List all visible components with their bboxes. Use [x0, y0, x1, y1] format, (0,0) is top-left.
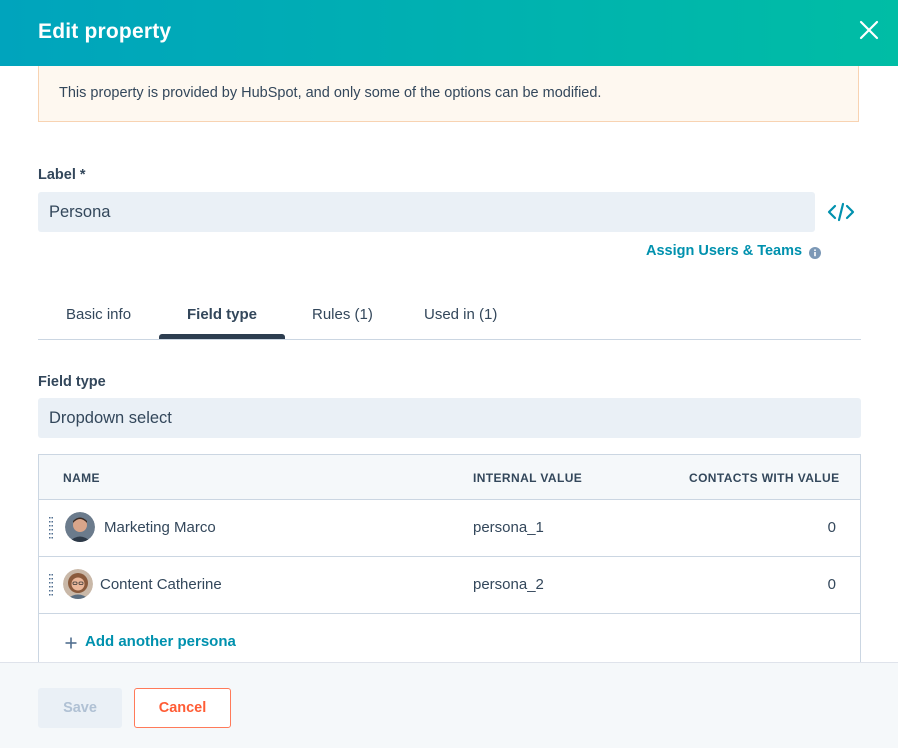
persona-contacts: 0 [827, 519, 836, 536]
options-table: NAME INTERNAL VALUE CONTACTS WITH VALUE [38, 454, 861, 662]
table-row[interactable]: Marketing Marco persona_1 0 [39, 500, 860, 557]
label-input[interactable]: Persona [38, 192, 815, 232]
persona-name: Content Catherine [100, 576, 222, 593]
tab-used-in[interactable]: Used in (1) [424, 306, 497, 323]
info-icon[interactable] [809, 246, 821, 259]
tab-bar: Basic info Field type Rules (1) Used in … [38, 291, 861, 340]
add-persona-row: Add another persona [39, 613, 860, 662]
column-header-internal-value[interactable]: INTERNAL VALUE [473, 471, 582, 485]
avatar [65, 512, 95, 542]
modal-header: Edit property [0, 0, 898, 66]
plus-icon[interactable] [65, 636, 77, 649]
modal-footer: Save Cancel [0, 662, 898, 748]
close-icon[interactable] [856, 17, 882, 43]
add-another-persona-link[interactable]: Add another persona [85, 633, 236, 650]
drag-handle-icon[interactable] [49, 574, 53, 596]
persona-name: Marketing Marco [104, 519, 216, 536]
active-tab-indicator [159, 334, 285, 339]
persona-internal-value: persona_2 [473, 576, 544, 593]
drag-handle-icon[interactable] [49, 517, 53, 539]
persona-internal-value: persona_1 [473, 519, 544, 536]
persona-contacts: 0 [827, 576, 836, 593]
table-header: NAME INTERNAL VALUE CONTACTS WITH VALUE [39, 455, 860, 500]
label-field-label: Label * [38, 167, 86, 183]
field-type-label: Field type [38, 374, 106, 390]
info-alert: This property is provided by HubSpot, an… [38, 66, 859, 122]
alert-message: This property is provided by HubSpot, an… [59, 85, 602, 101]
tab-field-type[interactable]: Field type [187, 306, 257, 323]
modal-body: This property is provided by HubSpot, an… [0, 66, 898, 662]
column-header-contacts[interactable]: CONTACTS WITH VALUE [689, 471, 839, 485]
tab-basic-info[interactable]: Basic info [66, 306, 131, 323]
save-button[interactable]: Save [38, 688, 122, 728]
field-type-select[interactable]: Dropdown select [38, 398, 861, 438]
table-row[interactable]: Content Catherine persona_2 0 [39, 557, 860, 614]
column-header-name[interactable]: NAME [63, 471, 100, 485]
code-icon[interactable] [826, 201, 856, 223]
tab-rules[interactable]: Rules (1) [312, 306, 373, 323]
modal-title: Edit property [38, 20, 172, 43]
assign-users-teams-link[interactable]: Assign Users & Teams [646, 243, 802, 259]
cancel-button[interactable]: Cancel [134, 688, 231, 728]
avatar [63, 569, 93, 599]
